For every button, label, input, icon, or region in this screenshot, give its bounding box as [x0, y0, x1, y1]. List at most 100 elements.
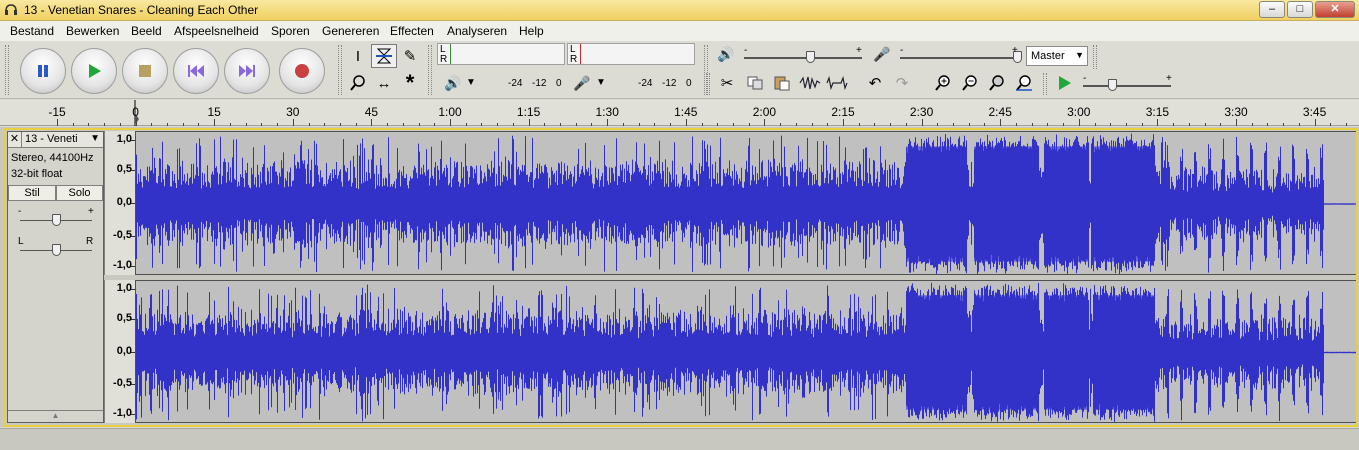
envelope-icon: [376, 48, 392, 64]
play-at-speed-button[interactable]: [1051, 71, 1077, 95]
ruler-label: 3:15: [1145, 105, 1170, 119]
skip-to-start-button[interactable]: [173, 48, 219, 94]
zoom-in-button[interactable]: [930, 71, 956, 95]
toolbar-grip[interactable]: [428, 45, 432, 95]
menu-beeld[interactable]: Beeld: [131, 24, 162, 38]
ruler-tick: [1314, 119, 1316, 126]
toolbar-grip[interactable]: [338, 45, 342, 95]
timeline-ruler[interactable]: -15 0 15 30 45 1:00 1:15 1:30 1:45 2:00 2:15 2:30 2:…: [0, 100, 1359, 126]
menu-analyseren[interactable]: Analyseren: [447, 24, 507, 38]
selection-tool[interactable]: I: [345, 44, 371, 68]
paste-icon: [774, 76, 790, 91]
ruler-label: 45: [364, 105, 379, 119]
ruler-tick: [1157, 119, 1159, 126]
ruler-tick: [591, 123, 593, 126]
undo-button[interactable]: ↶: [862, 71, 888, 95]
close-button[interactable]: ✕: [1315, 1, 1355, 18]
ruler-tick: [843, 119, 844, 126]
output-volume-slider[interactable]: [744, 57, 862, 59]
menu-bewerken[interactable]: Bewerken: [66, 24, 119, 38]
asterisk-icon: *: [405, 70, 415, 95]
input-minus: -: [900, 45, 904, 56]
ruler-tick: [1063, 123, 1065, 126]
stop-button[interactable]: [122, 48, 168, 94]
toolbar-grip[interactable]: [1043, 73, 1047, 95]
menu-help[interactable]: Help: [519, 24, 544, 38]
silence-button[interactable]: [824, 71, 850, 95]
fit-selection-button[interactable]: [984, 71, 1010, 95]
time-shift-tool[interactable]: ↔: [371, 71, 397, 95]
track-name-button[interactable]: 13 - Veneti: [25, 133, 78, 145]
record-button[interactable]: [279, 48, 325, 94]
waveform-right-channel[interactable]: [135, 280, 1357, 423]
gain-slider-thumb[interactable]: [52, 214, 61, 226]
output-volume-thumb[interactable]: [806, 51, 815, 63]
track-close-button[interactable]: ✕: [8, 132, 22, 147]
play-speed-thumb[interactable]: [1108, 79, 1117, 91]
minimize-button[interactable]: –: [1259, 1, 1285, 18]
cut-button[interactable]: ✂: [714, 71, 740, 95]
waveform-left-svg: [136, 133, 1356, 274]
chevron-down-icon: ▼: [596, 77, 606, 88]
track-format: Stereo, 44100Hz: [11, 152, 94, 164]
ruler-tick: [167, 123, 169, 126]
zoom-out-button[interactable]: [957, 71, 983, 95]
menu-sporen[interactable]: Sporen: [271, 24, 310, 38]
copy-button[interactable]: [742, 71, 768, 95]
collapse-track-button[interactable]: ▲: [8, 410, 103, 422]
menu-genereren[interactable]: Genereren: [322, 24, 379, 38]
menu-effecten[interactable]: Effecten: [390, 24, 434, 38]
fit-project-button[interactable]: [1011, 71, 1037, 95]
toolbar-grip[interactable]: [1093, 45, 1097, 69]
ruler-label: 15: [207, 105, 221, 119]
pan-L-label: L: [18, 236, 24, 247]
amplitude-label: -0,5: [113, 377, 132, 390]
record-meter-dropdown[interactable]: ▼: [596, 77, 606, 88]
ruler-tick: [890, 123, 892, 126]
skip-to-end-button[interactable]: [224, 48, 270, 94]
play-speed-slider[interactable]: [1083, 85, 1171, 87]
mute-button[interactable]: Stil: [8, 185, 56, 201]
play-button[interactable]: [71, 48, 117, 94]
ruler-label: 1:00: [438, 105, 462, 119]
ruler-tick: [355, 123, 357, 126]
input-volume-slider[interactable]: [900, 57, 1018, 59]
zoom-tool[interactable]: [345, 71, 371, 95]
draw-tool[interactable]: ✎: [397, 44, 423, 68]
menu-afspeelsnelheid[interactable]: Afspeelsnelheid: [174, 24, 259, 38]
ruler-label: -15: [48, 105, 66, 119]
toolbar-grip[interactable]: [706, 73, 710, 95]
ruler-tick: [984, 123, 986, 126]
pan-slider-thumb[interactable]: [52, 244, 61, 256]
waveform-left-channel[interactable]: [135, 131, 1357, 275]
multi-tool[interactable]: *: [397, 70, 423, 95]
track-area: ✕ 13 - Veneti ▼ Stereo, 44100Hz 32-bit f…: [0, 127, 1359, 427]
ruler-tick: [1298, 123, 1300, 126]
ruler-tick: [858, 123, 860, 126]
input-source-select[interactable]: Master ▼: [1026, 46, 1088, 66]
ruler-tick: [1267, 123, 1269, 126]
skip-to-start-icon: [188, 65, 204, 77]
ruler-label: 2:15: [831, 105, 855, 119]
maximize-button[interactable]: □: [1287, 1, 1313, 18]
amplitude-label: 0,5: [116, 311, 132, 324]
output-volume-icon: 🔊: [717, 46, 735, 62]
ruler-tick: [261, 123, 263, 126]
record-meter[interactable]: L R: [567, 43, 695, 65]
chevron-down-icon[interactable]: ▼: [90, 133, 100, 144]
ruler-tick: [308, 123, 310, 126]
pause-button[interactable]: [20, 48, 66, 94]
playback-meter-dropdown[interactable]: ▼: [466, 77, 476, 88]
playback-meter[interactable]: L R: [437, 43, 565, 65]
ruler-tick: [921, 119, 923, 126]
redo-button[interactable]: ↷: [889, 71, 915, 95]
fit-project-icon: [1016, 75, 1032, 91]
paste-button[interactable]: [769, 71, 795, 95]
trim-button[interactable]: [797, 71, 823, 95]
solo-button[interactable]: Solo: [56, 185, 103, 201]
menu-bestand[interactable]: Bestand: [10, 24, 54, 38]
envelope-tool[interactable]: [371, 44, 397, 68]
toolbar-grip[interactable]: [5, 45, 9, 95]
ruler-tick: [1188, 123, 1190, 126]
speaker-icon: 🔊: [444, 75, 462, 91]
